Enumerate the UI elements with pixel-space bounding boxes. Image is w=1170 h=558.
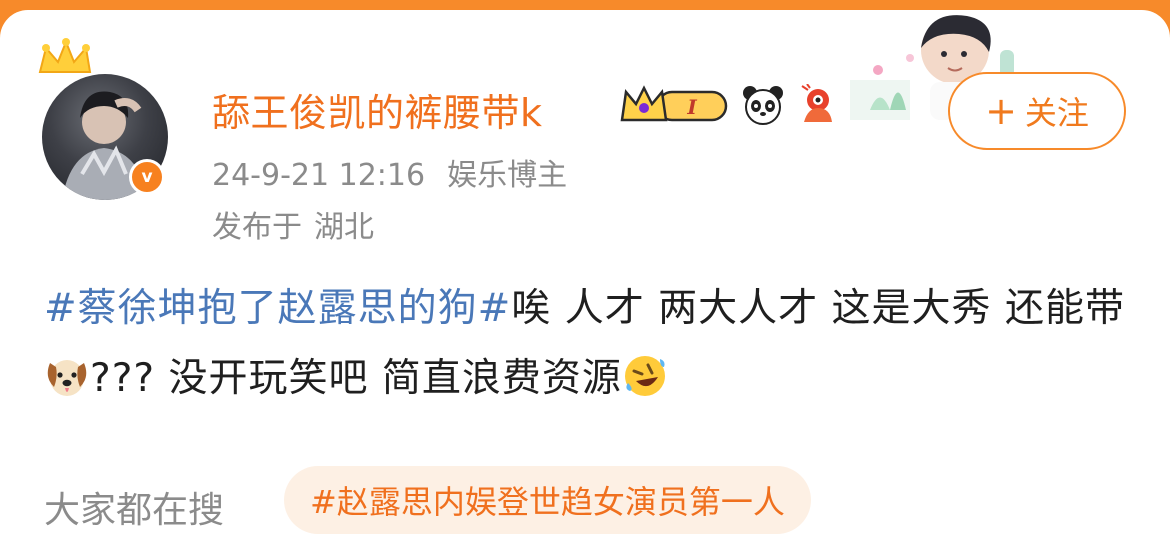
verified-badge-icon: v <box>129 159 165 195</box>
plus-icon: + <box>985 89 1017 133</box>
weibo-post-card: v 舔王俊凯的裤腰带k I 24-9-21 12:16 娱乐博主 发布于 湖北 … <box>0 10 1170 558</box>
author-avatar-group[interactable]: v <box>36 38 176 200</box>
crown-icon <box>38 38 92 73</box>
author-badges: I <box>620 84 838 126</box>
author-username[interactable]: 舔王俊凯的裤腰带k <box>212 82 543 137</box>
follow-button-label: 关注 <box>1024 94 1089 132</box>
post-timestamp[interactable]: 24-9-21 12:16 <box>212 158 425 193</box>
post-meta: 24-9-21 12:16 娱乐博主 <box>212 150 567 194</box>
post-text-part1: 唉 人才 两大人才 这是大秀 还能带 <box>511 286 1125 331</box>
location-prefix: 发布于 <box>212 210 302 245</box>
level-badge-icon[interactable]: I <box>620 84 730 126</box>
post-hashtag-link[interactable]: #蔡徐坤抱了赵露思的狗# <box>44 286 511 331</box>
post-text-part2: ??? 没开玩笑吧 简直浪费资源 <box>90 356 622 401</box>
level-badge-text: I <box>686 95 697 119</box>
mascot-icon <box>801 84 832 122</box>
rofl-emoji <box>624 356 665 396</box>
panda-icon <box>743 86 783 125</box>
hot-search-label: 大家都在搜 <box>44 490 225 531</box>
follow-button[interactable]: + 关注 <box>948 72 1126 150</box>
hot-search-topic-link[interactable]: #赵露思内娱登世趋女演员第一人 <box>284 466 811 534</box>
post-location: 发布于 湖北 <box>212 202 374 246</box>
location-name: 湖北 <box>314 210 374 245</box>
post-body: #蔡徐坤抱了赵露思的狗#唉 人才 两大人才 这是大秀 还能带 ??? 没开玩笑吧… <box>44 274 1134 414</box>
author-title: 娱乐博主 <box>447 158 568 193</box>
dog-face-emoji <box>47 360 87 396</box>
